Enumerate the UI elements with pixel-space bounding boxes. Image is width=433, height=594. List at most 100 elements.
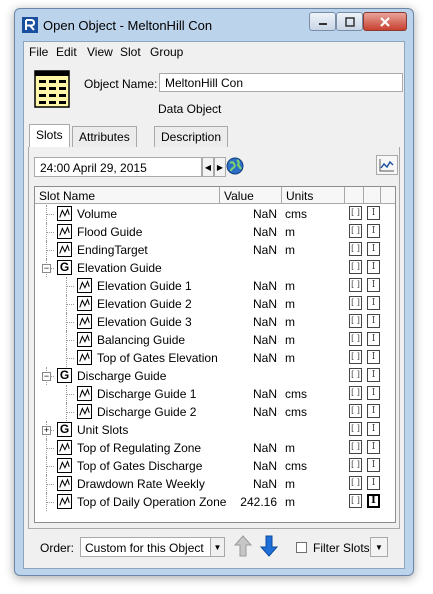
tree-connector xyxy=(66,394,74,395)
slot-flag-l-icon[interactable]: [ ] xyxy=(349,260,362,274)
slot-value[interactable]: NaN xyxy=(221,243,277,257)
slot-flag-l-icon[interactable]: [ ] xyxy=(349,458,362,472)
slot-flag-l-icon[interactable]: [ ] xyxy=(349,368,362,382)
slot-value[interactable]: NaN xyxy=(221,225,277,239)
slot-flag-i-icon[interactable]: I xyxy=(367,440,380,454)
slot-flag-i-icon[interactable]: I xyxy=(367,350,380,364)
slot-flag-i-icon[interactable]: I xyxy=(367,260,380,274)
slot-value[interactable]: NaN xyxy=(221,315,277,329)
slot-flag-i-icon[interactable]: I xyxy=(367,386,380,400)
filter-slots-dropdown[interactable]: ▼ xyxy=(370,537,388,557)
table-row[interactable]: Flood Guide NaN m [ ] I xyxy=(35,223,395,241)
menu-group[interactable]: Group xyxy=(150,45,183,59)
filter-slots-checkbox[interactable] xyxy=(296,542,307,553)
menu-view[interactable]: View xyxy=(87,45,113,59)
slot-flag-l-icon[interactable]: [ ] xyxy=(349,422,362,436)
slot-flag-i-icon[interactable]: I xyxy=(367,278,380,292)
table-row[interactable]: Discharge Guide 1 NaN cms [ ] I xyxy=(35,385,395,403)
slot-value[interactable]: NaN xyxy=(221,459,277,473)
table-row[interactable]: Top of Daily Operation Zone 242.16 m [ ] I xyxy=(35,493,395,511)
table-row[interactable]: Top of Gates Discharge NaN cms [ ] I xyxy=(35,457,395,475)
slot-value[interactable]: NaN xyxy=(221,351,277,365)
column-header-units[interactable]: Units xyxy=(282,187,345,204)
column-header-flag-1[interactable] xyxy=(345,187,364,204)
object-name-input[interactable]: MeltonHill Con xyxy=(159,73,403,92)
slot-flag-i-icon[interactable]: I xyxy=(367,404,380,418)
plot-button[interactable] xyxy=(376,155,398,175)
slot-flag-l-icon[interactable]: [ ] xyxy=(349,242,362,256)
menu-slot[interactable]: Slot xyxy=(120,45,141,59)
slot-flag-l-icon[interactable]: [ ] xyxy=(349,332,362,346)
table-row[interactable]: Volume NaN cms [ ] I xyxy=(35,205,395,223)
slot-value[interactable]: 242.16 xyxy=(221,495,277,509)
slot-value[interactable]: NaN xyxy=(221,405,277,419)
slot-flag-i-icon[interactable]: I xyxy=(367,458,380,472)
table-row[interactable]: Elevation Guide 3 NaN m [ ] I xyxy=(35,313,395,331)
column-header-flag-2[interactable] xyxy=(364,187,381,204)
timestep-field[interactable]: 24:00 April 29, 2015 xyxy=(34,157,202,177)
slot-flag-i-icon[interactable]: I xyxy=(367,224,380,238)
tab-slots[interactable]: Slots xyxy=(29,124,70,148)
menu-edit[interactable]: Edit xyxy=(56,45,77,59)
slot-flag-l-icon[interactable]: [ ] xyxy=(349,314,362,328)
table-row[interactable]: Top of Gates Elevation NaN m [ ] I xyxy=(35,349,395,367)
table-row[interactable]: Elevation Guide 2 NaN m [ ] I xyxy=(35,295,395,313)
globe-icon[interactable] xyxy=(226,157,244,175)
slot-value[interactable]: NaN xyxy=(221,441,277,455)
column-header-slot-name[interactable]: Slot Name xyxy=(35,187,220,204)
group-row[interactable]: + G Unit Slots [ ] I xyxy=(35,421,395,439)
slot-value[interactable]: NaN xyxy=(221,333,277,347)
slot-flag-i-icon[interactable]: I xyxy=(367,242,380,256)
tab-attributes[interactable]: Attributes xyxy=(72,126,137,147)
slot-flag-i-icon[interactable]: I xyxy=(367,296,380,310)
minimize-button[interactable] xyxy=(309,12,336,31)
slot-flag-i-icon[interactable]: I xyxy=(367,476,380,490)
group-row[interactable]: − G Discharge Guide [ ] I xyxy=(35,367,395,385)
slot-value[interactable]: NaN xyxy=(221,477,277,491)
slot-flag-l-icon[interactable]: [ ] xyxy=(349,296,362,310)
slot-flag-l-icon[interactable]: [ ] xyxy=(349,206,362,220)
slot-flag-l-icon[interactable]: [ ] xyxy=(349,494,362,508)
slot-flag-l-icon[interactable]: [ ] xyxy=(349,386,362,400)
timestep-prev-button[interactable]: ◀ xyxy=(202,157,214,177)
slot-flag-i-icon[interactable]: I xyxy=(367,494,380,508)
order-select[interactable]: Custom for this Object ▼ xyxy=(80,537,225,557)
collapse-icon[interactable]: − xyxy=(42,372,51,381)
slot-value[interactable]: NaN xyxy=(221,279,277,293)
group-icon: G xyxy=(57,368,72,383)
slot-value[interactable]: NaN xyxy=(221,387,277,401)
table-row[interactable]: EndingTarget NaN m [ ] I xyxy=(35,241,395,259)
slot-flag-i-icon[interactable]: I xyxy=(367,368,380,382)
title-bar[interactable]: Open Object - MeltonHill Con xyxy=(15,9,413,41)
slot-flag-l-icon[interactable]: [ ] xyxy=(349,440,362,454)
slot-flag-i-icon[interactable]: I xyxy=(367,332,380,346)
table-row[interactable]: Drawdown Rate Weekly NaN m [ ] I xyxy=(35,475,395,493)
group-icon: G xyxy=(57,422,72,437)
expand-icon[interactable]: + xyxy=(42,426,51,435)
slot-value[interactable]: NaN xyxy=(221,297,277,311)
maximize-button[interactable] xyxy=(336,12,363,31)
timestep-next-button[interactable]: ▶ xyxy=(214,157,226,177)
table-row[interactable]: Top of Regulating Zone NaN m [ ] I xyxy=(35,439,395,457)
slot-flag-i-icon[interactable]: I xyxy=(367,422,380,436)
column-header-value[interactable]: Value xyxy=(220,187,282,204)
move-down-button[interactable] xyxy=(258,534,280,558)
slot-flag-l-icon[interactable]: [ ] xyxy=(349,278,362,292)
close-button[interactable] xyxy=(363,12,407,31)
tab-description[interactable]: Description xyxy=(154,126,229,147)
slot-flag-l-icon[interactable]: [ ] xyxy=(349,404,362,418)
table-row[interactable]: Elevation Guide 1 NaN m [ ] I xyxy=(35,277,395,295)
group-row[interactable]: − G Elevation Guide [ ] I xyxy=(35,259,395,277)
table-row[interactable]: Discharge Guide 2 NaN cms [ ] I xyxy=(35,403,395,421)
move-up-button[interactable] xyxy=(232,534,254,558)
slot-flag-l-icon[interactable]: [ ] xyxy=(349,350,362,364)
slot-flag-i-icon[interactable]: I xyxy=(367,206,380,220)
menu-file[interactable]: File xyxy=(29,45,48,59)
slot-flag-l-icon[interactable]: [ ] xyxy=(349,224,362,238)
collapse-icon[interactable]: − xyxy=(42,264,51,273)
slot-value[interactable]: NaN xyxy=(221,207,277,221)
slot-flag-i-icon[interactable]: I xyxy=(367,314,380,328)
slot-flag-l-icon[interactable]: [ ] xyxy=(349,476,362,490)
table-row[interactable]: Balancing Guide NaN m [ ] I xyxy=(35,331,395,349)
order-label: Order: xyxy=(40,541,75,555)
